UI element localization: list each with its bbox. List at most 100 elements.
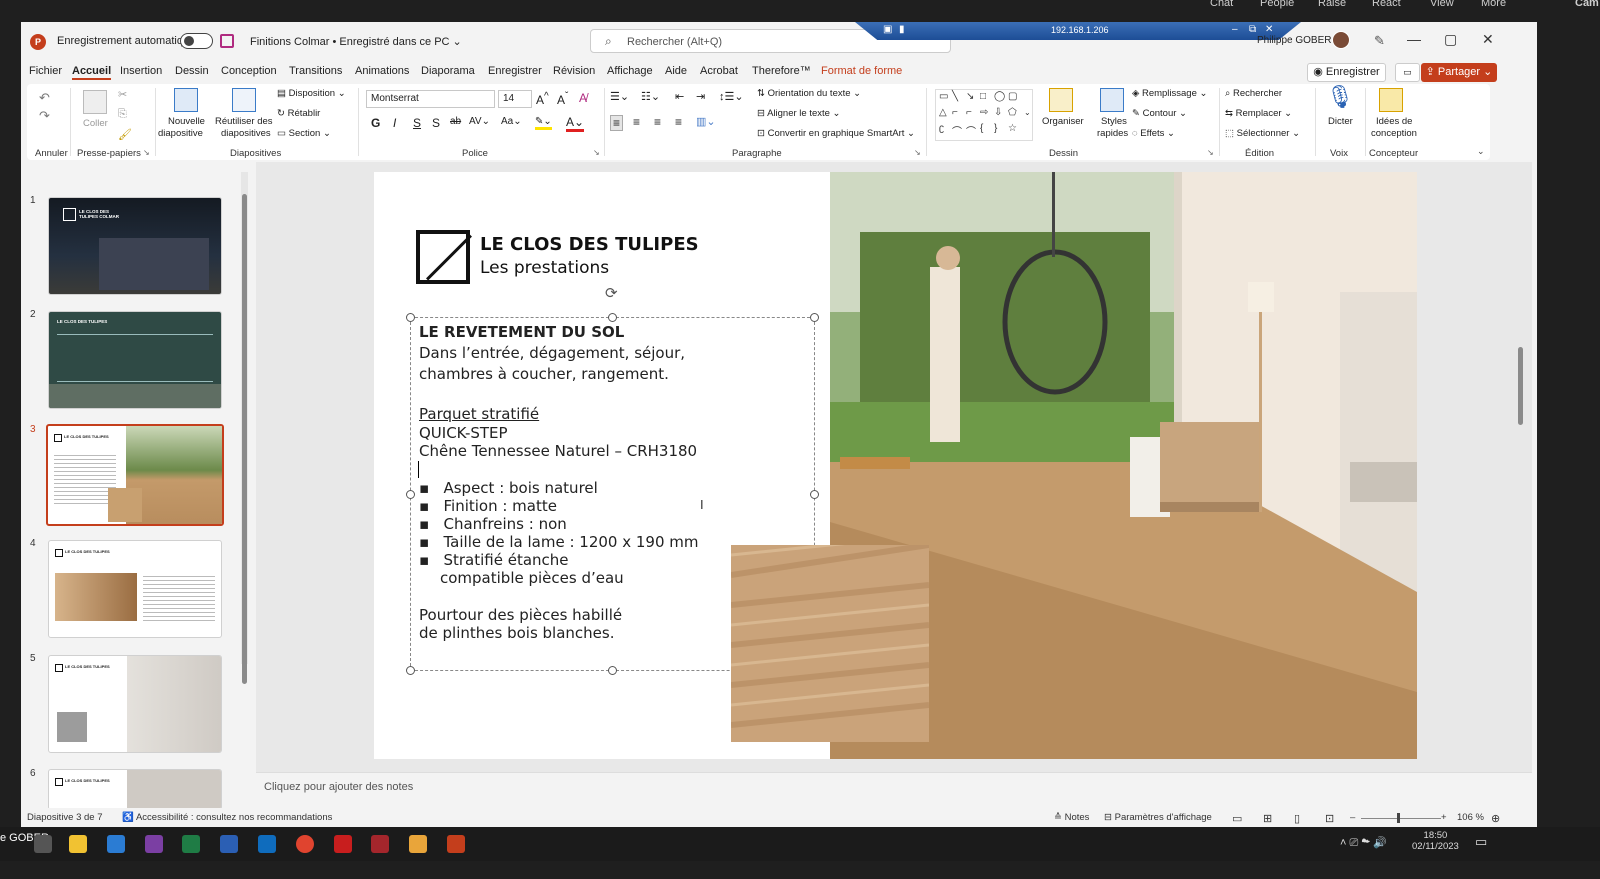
edge-icon[interactable] [107, 835, 125, 853]
change-case-icon[interactable]: Aa⌄ [501, 116, 522, 127]
cut-icon[interactable]: ✂ [118, 88, 127, 101]
select-button[interactable]: ⬚ Sélectionner ⌄ [1225, 128, 1300, 139]
arrange-icon[interactable] [1049, 88, 1073, 112]
smartart-button[interactable]: ⊡ Convertir en graphique SmartArt ⌄ [757, 128, 915, 139]
shapes-gallery[interactable]: ▭ ╲ ↘ □ ◯ ▢ △ ⌐ ⌐ ⇨ ⇩ ⬠ ʗ ⌒ ⌒ { } ☆ ⌄ [935, 89, 1033, 141]
shape-effects-button[interactable]: ◌ Effets ⌄ [1132, 128, 1175, 139]
excel-icon[interactable] [182, 835, 200, 853]
justify-icon[interactable]: ≡ [675, 115, 682, 129]
tab-dessin[interactable]: Dessin [175, 65, 209, 77]
slide-thumbnail-3[interactable]: LE CLOS DES TULIPES [46, 424, 224, 526]
arrow-line-shape-icon[interactable]: ↘ [966, 91, 974, 102]
slide-canvas[interactable]: LE CLOS DES TULIPES Les prestations ⟳ LE… [374, 172, 1417, 759]
triangle-shape-icon[interactable]: △ [939, 107, 947, 118]
reuse-slides-icon[interactable] [232, 88, 256, 112]
slide-thumbnail-2[interactable]: LE CLOS DES TULIPES [48, 311, 222, 409]
square-shape-icon[interactable]: □ [980, 91, 986, 102]
design-ideas-label-1[interactable]: Idées de [1376, 116, 1412, 127]
slide-thumbnail-1[interactable]: LE CLOS DES TULIPES COLMAR [48, 197, 222, 295]
slide-thumbnail-5[interactable]: LE CLOS DES TULIPES [48, 655, 222, 753]
display-settings-button[interactable]: ⊟ Paramètres d'affichage [1104, 812, 1212, 823]
rounded-rect-shape-icon[interactable]: ▢ [1008, 91, 1017, 102]
tab-revision[interactable]: Révision [553, 65, 595, 77]
line-shape-icon[interactable]: ╲ [952, 91, 958, 102]
section-button[interactable]: ▭ Section ⌄ [277, 128, 331, 139]
highlight-icon[interactable]: ✎⌄ [535, 116, 552, 130]
tab-aide[interactable]: Aide [665, 65, 687, 77]
people-button[interactable]: People [1260, 0, 1294, 9]
char-spacing-icon[interactable]: AV⌄ [469, 116, 490, 127]
wood-swatch-image[interactable] [731, 545, 929, 742]
arc-shape-icon[interactable]: ⌒ [966, 123, 976, 138]
new-slide-icon[interactable] [174, 88, 198, 112]
find-button[interactable]: ⌕ Rechercher [1225, 88, 1282, 99]
view-button[interactable]: View [1430, 0, 1454, 9]
clock[interactable]: 18:50 02/11/2023 [1412, 830, 1459, 852]
resize-handle[interactable] [406, 666, 415, 675]
onenote-icon[interactable] [145, 835, 163, 853]
notes-button[interactable]: ≙ Notes [1054, 812, 1089, 823]
tab-transitions[interactable]: Transitions [289, 65, 342, 77]
replace-button[interactable]: ⇆ Remplacer ⌄ [1225, 108, 1292, 119]
accessibility-status[interactable]: ♿ Accessibilité : consultez nos recomman… [122, 812, 332, 823]
thumbnails-scrollbar-thumb[interactable] [242, 194, 247, 684]
tab-therefore[interactable]: Therefore™ [752, 65, 811, 77]
layout-button[interactable]: ▤ Disposition ⌄ [277, 88, 346, 99]
reading-view-icon[interactable]: ▯ [1294, 812, 1300, 825]
system-tray-icons[interactable]: ˄ ⎚ ☁ 🔊 [1340, 836, 1387, 850]
remote-session-bar[interactable]: ▣ ▮ 192.168.1.206 – ⧉ ✕ [855, 22, 1301, 40]
resize-handle[interactable] [406, 490, 415, 499]
powerpoint-taskbar-icon[interactable] [447, 835, 465, 853]
tab-insertion[interactable]: Insertion [120, 65, 162, 77]
connector-shape-icon[interactable]: ⌐ [966, 107, 972, 118]
clear-format-icon[interactable]: A̸ [579, 91, 587, 105]
text-direction-button[interactable]: ⇅ Orientation du texte ⌄ [757, 88, 861, 99]
chrome-icon[interactable] [296, 835, 314, 853]
slide-thumbnail-6[interactable]: LE CLOS DES TULIPES [48, 769, 222, 810]
oval-shape-icon[interactable]: ◯ [994, 91, 1005, 102]
decrease-font-icon[interactable]: Aˇ [557, 91, 568, 107]
increase-indent-icon[interactable]: ⇥ [696, 90, 705, 103]
tab-enregistrer[interactable]: Enregistrer [488, 65, 542, 77]
start-icon[interactable] [34, 835, 52, 853]
reuse-slides-label-2[interactable]: diapositives [221, 128, 271, 139]
more-button[interactable]: More [1481, 0, 1506, 9]
brace-right-shape-icon[interactable]: } [994, 123, 997, 134]
quick-styles-label-1[interactable]: Styles [1101, 116, 1127, 127]
slide-thumbnail-4[interactable]: LE CLOS DES TULIPES [48, 540, 222, 638]
access-icon[interactable] [371, 835, 389, 853]
dialog-launcher-icon[interactable]: ↘ [1207, 148, 1214, 157]
raise-button[interactable]: Raise [1318, 0, 1346, 9]
user-name[interactable]: Philippe GOBER [1257, 35, 1331, 46]
camera-button[interactable]: Cam [1575, 0, 1599, 9]
notes-pane[interactable]: Cliquez pour ajouter des notes [256, 772, 1532, 800]
tab-affichage[interactable]: Affichage [607, 65, 653, 77]
align-center-icon[interactable]: ≡ [633, 115, 640, 129]
word-icon[interactable] [220, 835, 238, 853]
undo-icon[interactable]: ↶ [39, 90, 50, 106]
shape-outline-button[interactable]: ✎ Contour ⌄ [1132, 108, 1187, 119]
close-button[interactable]: ✕ [1482, 31, 1494, 48]
brace-left-shape-icon[interactable]: { [980, 123, 983, 134]
notifications-icon[interactable]: ▭ [1475, 834, 1487, 850]
file-explorer-icon[interactable] [69, 835, 87, 853]
comments-icon[interactable]: ▭ [1395, 63, 1420, 82]
resize-handle[interactable] [810, 490, 819, 499]
microphone-icon[interactable]: 🎙 [1326, 84, 1354, 110]
slide-subtitle[interactable]: Les prestations [480, 258, 609, 278]
new-slide-label-1[interactable]: Nouvelle [168, 116, 205, 127]
avatar[interactable] [1332, 31, 1350, 49]
new-slide-label-2[interactable]: diapositive [158, 128, 203, 139]
remote-minimize-icon[interactable]: – [1232, 24, 1238, 35]
thumbnails-scrollbar[interactable] [241, 172, 248, 684]
react-button[interactable]: React [1372, 0, 1401, 9]
remote-restore-icon[interactable]: ⧉ [1249, 24, 1256, 35]
restore-button[interactable]: ▢ [1444, 31, 1457, 48]
align-text-button[interactable]: ⊟ Aligner le texte ⌄ [757, 108, 841, 119]
rectangle-shape-icon[interactable]: ▭ [939, 91, 948, 102]
line-spacing-icon[interactable]: ↕☰⌄ [719, 90, 744, 103]
minimize-button[interactable]: — [1407, 31, 1421, 47]
italic-icon[interactable]: I [393, 116, 396, 130]
document-title[interactable]: Finitions Colmar • Enregistré dans ce PC… [250, 35, 462, 48]
tab-acrobat[interactable]: Acrobat [700, 65, 738, 77]
